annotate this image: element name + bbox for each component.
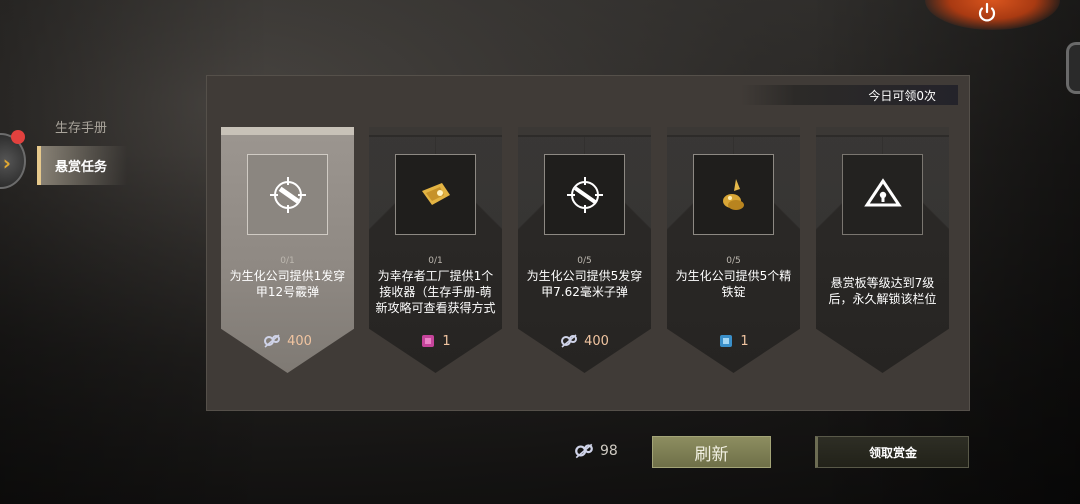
bounty-card-locked: 悬赏板等级达到7级后，永久解锁该栏位 [816, 127, 949, 373]
reward-quantity: 1 [740, 333, 749, 349]
bounty-card-2[interactable]: 0/1 为幸存者工厂提供1个接收器（生存手册-萌新攻略可查看获得方式 1 [369, 127, 502, 373]
progress-text: 0/5 [726, 256, 741, 266]
item-slot [842, 154, 923, 235]
task-description: 悬赏板等级达到7级后，永久解锁该栏位 [828, 276, 937, 306]
progress-text: 0/1 [280, 256, 295, 266]
bounty-card-1[interactable]: 0/1 为生化公司提供1发穿甲12号霰弹 400 [221, 127, 354, 373]
task-description: 为生化公司提供5个精铁锭 [675, 269, 792, 299]
nav-item-bounty-tasks[interactable]: 悬赏任务 [37, 146, 127, 185]
reward-quantity: 400 [287, 333, 312, 349]
daily-claims-bar: 今日可领0次 [741, 85, 958, 105]
item-slot [395, 154, 476, 235]
reward: 400 [518, 333, 651, 349]
pink-crate-icon [422, 335, 435, 347]
gear-parts-icon [561, 334, 578, 348]
gear-parts-icon [264, 334, 281, 348]
task-description: 为生化公司提供1发穿甲12号霰弹 [229, 269, 346, 299]
notification-dot [11, 130, 25, 144]
reward-quantity: 1 [442, 333, 451, 349]
progress-text: 0/5 [577, 256, 592, 266]
currency-amount: 98 [600, 443, 618, 459]
shotgun-shell-icon [269, 176, 306, 213]
item-slot [544, 154, 625, 235]
rifle-ammo-icon [566, 176, 603, 213]
lock-icon [863, 177, 902, 206]
reward-quantity: 400 [584, 333, 609, 349]
nav-item-label: 悬赏任务 [55, 160, 108, 175]
task-description: 为生化公司提供5发穿甲7.62毫米子弹 [526, 269, 643, 299]
nav-item-survival-manual[interactable]: 生存手册 [55, 117, 107, 136]
task-description: 为幸存者工厂提供1个接收器（生存手册-萌新攻略可查看获得方式 [375, 269, 496, 315]
chevron-right-icon: › [2, 151, 11, 175]
claim-label: 领取赏金 [868, 445, 917, 460]
blue-crate-icon [720, 335, 733, 347]
bounty-card-3[interactable]: 0/5 为生化公司提供5发穿甲7.62毫米子弹 400 [518, 127, 651, 373]
right-edge-tab[interactable] [1066, 42, 1080, 94]
refresh-button[interactable]: 刷新 [652, 436, 771, 468]
currency-display: 98 [574, 442, 618, 460]
gear-parts-icon [575, 443, 593, 459]
reward: 1 [667, 333, 800, 349]
item-slot [247, 154, 328, 235]
refresh-label: 刷新 [694, 444, 729, 465]
reward: 1 [369, 333, 502, 349]
receiver-part-icon [421, 182, 450, 205]
claim-bounty-button[interactable]: 领取赏金 [815, 436, 969, 468]
power-button[interactable] [973, 0, 1001, 26]
nav-item-label: 生存手册 [55, 121, 108, 136]
iron-ingot-icon [722, 178, 744, 210]
progress-text: 0/1 [428, 256, 443, 266]
bounty-card-4[interactable]: 0/5 为生化公司提供5个精铁锭 1 [667, 127, 800, 373]
reward: 400 [221, 333, 354, 349]
power-icon [978, 2, 996, 22]
item-slot [693, 154, 774, 235]
daily-claims-text: 今日可领0次 [868, 88, 936, 103]
